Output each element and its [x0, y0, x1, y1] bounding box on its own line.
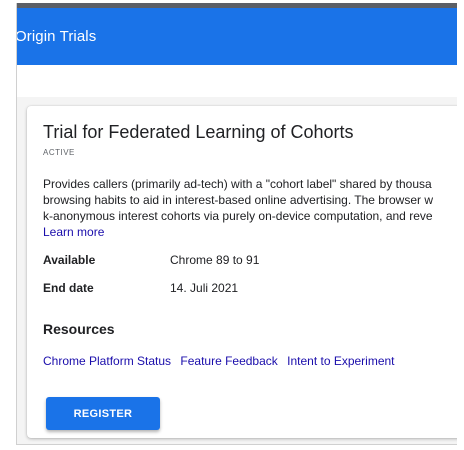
- resources-heading: Resources: [43, 321, 115, 337]
- app-window: Origin Trials Trial for Federated Learni…: [16, 3, 457, 445]
- end-date-value: 14. Juli 2021: [170, 281, 239, 295]
- available-label: Available: [43, 253, 96, 267]
- description-line: k-anonymous interest cohorts via purely …: [43, 209, 433, 223]
- feature-feedback-link[interactable]: Feature Feedback: [180, 354, 277, 368]
- available-value: Chrome 89 to 91: [170, 253, 260, 267]
- resources-links: Chrome Platform Status Feature Feedback …: [43, 354, 401, 368]
- trial-description: Provides callers (primarily ad-tech) wit…: [43, 176, 433, 240]
- register-button[interactable]: REGISTER: [46, 397, 160, 430]
- chrome-platform-status-link[interactable]: Chrome Platform Status: [43, 354, 171, 368]
- intent-to-experiment-link[interactable]: Intent to Experiment: [287, 354, 394, 368]
- trial-card: Trial for Federated Learning of Cohorts …: [27, 106, 457, 438]
- app-header: Origin Trials: [17, 8, 457, 65]
- description-line: Provides callers (primarily ad-tech) wit…: [43, 177, 432, 191]
- trial-title: Trial for Federated Learning of Cohorts: [43, 122, 354, 142]
- app-title: Origin Trials: [16, 28, 97, 45]
- learn-more-link[interactable]: Learn more: [43, 225, 104, 239]
- description-line: browsing habits to aid in interest-based…: [43, 193, 433, 207]
- header-spacer: [17, 65, 457, 97]
- end-date-label: End date: [43, 281, 94, 295]
- status-badge: ACTIVE: [43, 148, 75, 157]
